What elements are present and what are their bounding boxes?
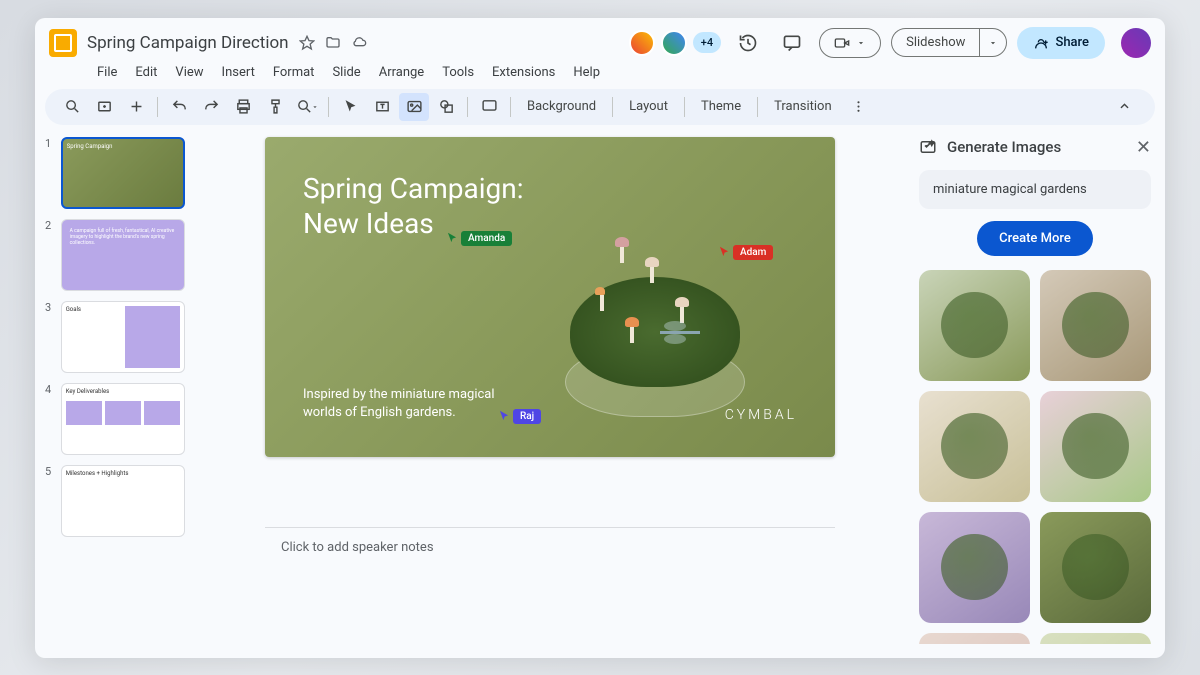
slide-canvas[interactable]: Spring Campaign:New Ideas Inspired by th…: [265, 137, 835, 457]
account-avatar[interactable]: [1121, 28, 1151, 58]
workspace: 1Spring Campaign 2A campaign full of fre…: [35, 133, 1165, 658]
select-tool[interactable]: [335, 93, 365, 121]
panel-title: Generate Images: [947, 138, 1126, 156]
thumb-number: 5: [45, 465, 55, 537]
collaborator-cursor: Amanda: [445, 231, 512, 246]
generated-image[interactable]: [1040, 391, 1151, 502]
generated-image-grid: [919, 270, 1151, 644]
comment-tool[interactable]: [474, 93, 504, 121]
more-collaborators-badge[interactable]: +4: [693, 32, 721, 53]
slide-thumbnail[interactable]: Goals: [61, 301, 185, 373]
thumb-number: 4: [45, 383, 55, 455]
new-slide-button[interactable]: [89, 93, 119, 121]
generated-image[interactable]: [1040, 270, 1151, 381]
document-title[interactable]: Spring Campaign Direction: [87, 33, 289, 53]
thumb-number: 2: [45, 219, 55, 291]
collaborator-cursor: Raj: [497, 409, 541, 424]
meet-button[interactable]: [819, 28, 881, 58]
slide-thumbnails: 1Spring Campaign 2A campaign full of fre…: [35, 133, 195, 658]
menu-view[interactable]: View: [167, 62, 211, 83]
redo-button[interactable]: [196, 93, 226, 121]
collaborator-avatar[interactable]: [661, 30, 687, 56]
menu-tools[interactable]: Tools: [434, 62, 482, 83]
slide-thumbnail[interactable]: Milestones + Highlights: [61, 465, 185, 537]
generated-image[interactable]: [1040, 633, 1151, 644]
search-button[interactable]: [57, 93, 87, 121]
menu-arrange[interactable]: Arrange: [371, 62, 432, 83]
collaborators: +4: [629, 30, 721, 56]
cloud-saved-icon[interactable]: [351, 35, 367, 51]
toolbar: Background Layout Theme Transition: [45, 89, 1155, 125]
menu-file[interactable]: File: [89, 62, 125, 83]
app-window: Spring Campaign Direction +4 Slideshow S…: [35, 18, 1165, 658]
move-folder-icon[interactable]: [325, 35, 341, 51]
speaker-notes[interactable]: Click to add speaker notes: [265, 527, 835, 567]
menu-help[interactable]: Help: [565, 62, 608, 83]
slideshow-button[interactable]: Slideshow: [891, 28, 979, 57]
slideshow-dropdown[interactable]: [979, 28, 1007, 57]
canvas-area: Spring Campaign:New Ideas Inspired by th…: [195, 133, 905, 658]
slide-thumbnail[interactable]: A campaign full of fresh, fantastical, A…: [61, 219, 185, 291]
generate-images-panel: Generate Images ✕ Create More: [905, 133, 1165, 658]
slide-subtitle[interactable]: Inspired by the miniature magicalworlds …: [303, 386, 495, 422]
prompt-input[interactable]: [919, 170, 1151, 209]
shape-tool[interactable]: [431, 93, 461, 121]
thumb-number: 1: [45, 137, 55, 209]
collaborator-cursor: Adam: [717, 245, 773, 260]
star-icon[interactable]: [299, 35, 315, 51]
theme-button[interactable]: Theme: [691, 95, 751, 118]
collapse-toolbar-button[interactable]: [1109, 93, 1139, 121]
generated-image[interactable]: [919, 391, 1030, 502]
menu-extensions[interactable]: Extensions: [484, 62, 563, 83]
title-bar: Spring Campaign Direction +4 Slideshow S…: [35, 18, 1165, 62]
slide-thumbnail[interactable]: Spring Campaign: [61, 137, 185, 209]
collaborator-avatar[interactable]: [629, 30, 655, 56]
textbox-tool[interactable]: [367, 93, 397, 121]
add-button[interactable]: [121, 93, 151, 121]
generated-image[interactable]: [919, 512, 1030, 623]
generated-image[interactable]: [1040, 512, 1151, 623]
slides-logo-icon[interactable]: [49, 29, 77, 57]
undo-button[interactable]: [164, 93, 194, 121]
background-button[interactable]: Background: [517, 95, 606, 118]
generated-image[interactable]: [919, 633, 1030, 644]
menu-bar: File Edit View Insert Format Slide Arran…: [35, 62, 1165, 89]
generate-icon: [919, 138, 937, 156]
slide-image[interactable]: [515, 197, 795, 427]
history-button[interactable]: [731, 26, 765, 60]
slideshow-group: Slideshow: [891, 28, 1007, 57]
thumb-number: 3: [45, 301, 55, 373]
share-button[interactable]: Share: [1017, 27, 1105, 59]
image-tool[interactable]: [399, 93, 429, 121]
slide-thumbnail[interactable]: Key Deliverables: [61, 383, 185, 455]
layout-button[interactable]: Layout: [619, 95, 678, 118]
create-more-button[interactable]: Create More: [977, 221, 1093, 256]
generated-image[interactable]: [919, 270, 1030, 381]
print-button[interactable]: [228, 93, 258, 121]
title-block: Spring Campaign Direction: [87, 33, 367, 53]
menu-edit[interactable]: Edit: [127, 62, 165, 83]
menu-insert[interactable]: Insert: [214, 62, 263, 83]
close-panel-button[interactable]: ✕: [1136, 137, 1151, 158]
menu-slide[interactable]: Slide: [324, 62, 368, 83]
comments-button[interactable]: [775, 26, 809, 60]
more-options-button[interactable]: [844, 93, 874, 121]
paint-format-button[interactable]: [260, 93, 290, 121]
menu-format[interactable]: Format: [265, 62, 323, 83]
zoom-button[interactable]: [292, 93, 322, 121]
transition-button[interactable]: Transition: [764, 95, 842, 118]
